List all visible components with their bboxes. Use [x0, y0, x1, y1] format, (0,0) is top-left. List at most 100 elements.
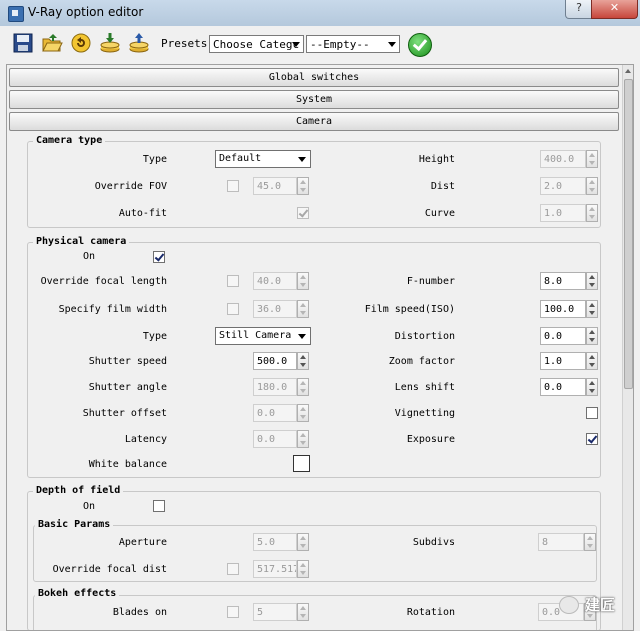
height-spin-arrows[interactable] — [586, 150, 598, 168]
aperture-field[interactable]: 5.0 — [253, 533, 297, 551]
reset-icon[interactable] — [70, 32, 92, 54]
preset-select-combo[interactable]: --Empty-- — [306, 35, 400, 53]
dist-spin-arrows[interactable] — [586, 177, 598, 195]
distortion-field[interactable]: 0.0 — [540, 327, 586, 345]
white-balance-swatch[interactable] — [293, 455, 310, 472]
subdivs-spinner[interactable]: 8 — [538, 533, 596, 551]
film-speed-spin-arrows[interactable] — [586, 300, 598, 318]
aperture-spinner[interactable]: 5.0 — [253, 533, 309, 551]
film-width-spinner[interactable]: 36.0 — [253, 300, 309, 318]
watermark-text: 建匠 — [585, 596, 616, 614]
rollout-camera[interactable]: Camera — [9, 112, 619, 131]
help-button[interactable]: ? — [565, 0, 593, 19]
aperture-spin-arrows[interactable] — [297, 533, 309, 551]
zoom-factor-spin-arrows[interactable] — [586, 352, 598, 370]
zoom-factor-field[interactable]: 1.0 — [540, 352, 586, 370]
focal-dist-field[interactable]: 517.517 — [253, 560, 297, 578]
focal-length-spinner[interactable]: 40.0 — [253, 272, 309, 290]
subdivs-field[interactable]: 8 — [538, 533, 584, 551]
camera-type-label: Type — [142, 154, 167, 165]
blades-field[interactable]: 5 — [253, 603, 297, 621]
latency-spin-arrows[interactable] — [297, 430, 309, 448]
shutter-speed-spin-arrows[interactable] — [297, 352, 309, 370]
rollout-global-switches[interactable]: Global switches — [9, 68, 619, 87]
vertical-scrollbar[interactable] — [622, 65, 633, 630]
f-number-field[interactable]: 8.0 — [540, 272, 586, 290]
override-focal-length-checkbox[interactable] — [227, 275, 239, 287]
film-width-spin-arrows[interactable] — [297, 300, 309, 318]
curve-spin-arrows[interactable] — [586, 204, 598, 222]
fov-spinner[interactable]: 45.0 — [253, 177, 309, 195]
preset-category-combo[interactable]: Choose Categc — [209, 35, 304, 53]
focal-length-spin-arrows[interactable] — [297, 272, 309, 290]
apply-check-icon[interactable] — [408, 33, 432, 57]
distortion-spinner[interactable]: 0.0 — [540, 327, 598, 345]
presets-label: Presets: — [161, 37, 214, 50]
dof-on-checkbox[interactable] — [153, 500, 165, 512]
physical-type-label: Type — [142, 331, 167, 342]
physical-type-dropdown[interactable]: Still Camera — [215, 327, 311, 345]
focal-length-field[interactable]: 40.0 — [253, 272, 297, 290]
dist-spinner[interactable]: 2.0 — [540, 177, 598, 195]
focal-dist-spin-arrows[interactable] — [297, 560, 309, 578]
height-field[interactable]: 400.0 — [540, 150, 586, 168]
film-width-field[interactable]: 36.0 — [253, 300, 297, 318]
vray-option-editor-window: V-Ray option editor ? ✕ Presets: Choose … — [0, 0, 640, 631]
physical-on-checkbox[interactable] — [153, 251, 165, 263]
dist-field[interactable]: 2.0 — [540, 177, 586, 195]
shutter-speed-field[interactable]: 500.0 — [253, 352, 297, 370]
shutter-speed-spinner[interactable]: 500.0 — [253, 352, 309, 370]
blades-on-checkbox[interactable] — [227, 606, 239, 618]
lens-shift-spinner[interactable]: 0.0 — [540, 378, 598, 396]
latency-field[interactable]: 0.0 — [253, 430, 297, 448]
aperture-label: Aperture — [118, 537, 167, 548]
f-number-spinner[interactable]: 8.0 — [540, 272, 598, 290]
subdivs-spin-arrows[interactable] — [584, 533, 596, 551]
shutter-angle-field[interactable]: 180.0 — [253, 378, 297, 396]
import-icon[interactable] — [99, 32, 121, 54]
override-focal-dist-checkbox[interactable] — [227, 563, 239, 575]
title-bar[interactable]: V-Ray option editor ? ✕ — [0, 0, 640, 26]
override-fov-checkbox[interactable] — [227, 180, 239, 192]
chat-bubble-icon — [559, 596, 579, 614]
focal-dist-spinner[interactable]: 517.517 — [253, 560, 309, 578]
auto-fit-checkbox[interactable] — [297, 207, 309, 219]
shutter-angle-spinner[interactable]: 180.0 — [253, 378, 309, 396]
curve-spinner[interactable]: 1.0 — [540, 204, 598, 222]
vignetting-checkbox[interactable] — [586, 407, 598, 419]
film-speed-field[interactable]: 100.0 — [540, 300, 586, 318]
lens-shift-field[interactable]: 0.0 — [540, 378, 586, 396]
export-icon[interactable] — [128, 32, 150, 54]
shutter-angle-spin-arrows[interactable] — [297, 378, 309, 396]
film-speed-spinner[interactable]: 100.0 — [540, 300, 598, 318]
override-focal-dist-label: Override focal dist — [52, 564, 167, 575]
close-button[interactable]: ✕ — [591, 0, 638, 19]
scroll-up-icon[interactable] — [623, 65, 633, 77]
fov-field[interactable]: 45.0 — [253, 177, 297, 195]
latency-label: Latency — [124, 434, 167, 445]
shutter-offset-field[interactable]: 0.0 — [253, 404, 297, 422]
save-icon[interactable] — [12, 32, 34, 54]
camera-type-value: Default — [219, 153, 262, 164]
lens-shift-label: Lens shift — [394, 382, 455, 393]
open-folder-icon[interactable] — [41, 32, 63, 54]
f-number-spin-arrows[interactable] — [586, 272, 598, 290]
scrollbar-thumb[interactable] — [624, 79, 633, 389]
exposure-checkbox[interactable] — [586, 433, 598, 445]
rollout-system[interactable]: System — [9, 90, 619, 109]
blades-spin-arrows[interactable] — [297, 603, 309, 621]
fov-spin-arrows[interactable] — [297, 177, 309, 195]
shutter-offset-spinner[interactable]: 0.0 — [253, 404, 309, 422]
blades-spinner[interactable]: 5 — [253, 603, 309, 621]
zoom-factor-spinner[interactable]: 1.0 — [540, 352, 598, 370]
camera-type-dropdown[interactable]: Default — [215, 150, 311, 168]
shutter-offset-spin-arrows[interactable] — [297, 404, 309, 422]
lens-shift-spin-arrows[interactable] — [586, 378, 598, 396]
film-speed-label: Film speed(ISO) — [364, 304, 455, 315]
height-spinner[interactable]: 400.0 — [540, 150, 598, 168]
curve-field[interactable]: 1.0 — [540, 204, 586, 222]
latency-spinner[interactable]: 0.0 — [253, 430, 309, 448]
subdivs-label: Subdivs — [412, 537, 455, 548]
specify-film-width-checkbox[interactable] — [227, 303, 239, 315]
distortion-spin-arrows[interactable] — [586, 327, 598, 345]
